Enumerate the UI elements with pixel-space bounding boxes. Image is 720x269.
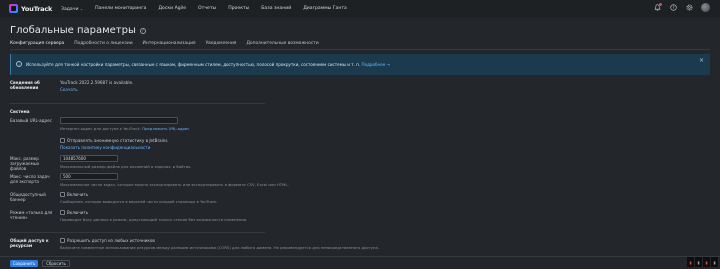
nav-item-dashboards[interactable]: Панели мониторинга	[95, 6, 146, 11]
read-only-mode-label: Режим «только для чтения»	[10, 210, 53, 220]
app-name: YouTrack	[21, 4, 53, 13]
base-url-hint: Интернет-адрес для доступа к YouTrack. П…	[60, 126, 190, 131]
help-icon[interactable]: ?	[669, 4, 677, 12]
page-help-icon[interactable]: ?	[139, 27, 146, 34]
suggest-url-link[interactable]: Предложить URL-адрес	[142, 126, 189, 131]
section-divider	[10, 103, 265, 104]
tray-grey-icon[interactable]: ▮	[695, 257, 702, 267]
youtrack-logo[interactable]: YouTrack	[9, 4, 53, 13]
nav-item-projects[interactable]: Проекты	[228, 6, 249, 11]
public-banner-enable-label: Включить	[67, 192, 89, 197]
tray-red-icon[interactable]: ▮	[687, 257, 694, 267]
read-only-mode-hint: Переводит базу данных в режим, допускающ…	[60, 217, 248, 222]
send-statistics-checkbox[interactable]	[60, 138, 65, 143]
save-button[interactable]: Сохранить	[10, 260, 38, 267]
update-info-label: Сведения об обновлении	[10, 80, 40, 90]
banner-text: Используйте для тонкой настройки парамет…	[26, 62, 391, 67]
banner-learn-more-link[interactable]: Подробнее →	[362, 62, 391, 67]
info-icon: i	[16, 61, 22, 67]
max-export-input[interactable]: 500	[60, 173, 118, 180]
page-title-text: Глобальные параметры	[10, 25, 136, 36]
user-avatar[interactable]	[701, 3, 710, 12]
base-url-input[interactable]	[60, 117, 178, 124]
max-upload-size-hint: Максимальный размер файла для вложений в…	[60, 164, 192, 169]
system-heading: Система	[10, 109, 30, 114]
top-right-icons: ?	[653, 2, 710, 12]
info-banner: i Используйте для тонкой настройки парам…	[10, 54, 710, 75]
cors-checkbox-label: Разрешить доступ из любых источников	[67, 238, 155, 243]
read-only-enable-label: Включить	[67, 210, 89, 215]
settings-gear-icon[interactable]	[685, 4, 693, 12]
nav-item-knowledge-base[interactable]: База знаний	[261, 6, 291, 11]
page-title: Глобальные параметры ?	[10, 25, 146, 36]
svg-text:?: ?	[672, 5, 674, 10]
nav-item-issues[interactable]: Задачи	[61, 6, 83, 12]
base-url-label: Базовый URL-адрес	[10, 118, 52, 123]
max-export-label: Макс. число задач для экспорта	[10, 174, 50, 184]
tray-red-icon-2[interactable]: ▮	[703, 257, 710, 267]
reset-button[interactable]: Сбросить	[42, 260, 70, 267]
cors-hint: Включите совместное использование ресурс…	[60, 245, 380, 250]
nav-item-agile-boards[interactable]: Доски Agile	[158, 6, 186, 11]
banner-close-icon[interactable]: ×	[699, 57, 704, 64]
max-upload-size-input[interactable]: 104857600	[60, 155, 118, 162]
public-banner-label: Общедоступный баннер	[10, 192, 46, 202]
privacy-policy-link[interactable]: Показать политику конфиденциальности	[60, 145, 150, 150]
notifications-bell-icon[interactable]	[653, 2, 662, 12]
read-only-mode-checkbox[interactable]	[60, 210, 65, 215]
nav-item-reports[interactable]: Отчеты	[198, 6, 216, 11]
download-update-link[interactable]: Скачать	[60, 87, 78, 92]
top-navigation-bar: YouTrack Задачи Панели мониторинга Доски…	[0, 0, 720, 17]
tray-grey-icon-2[interactable]: ▮	[711, 257, 718, 267]
tabs-divider	[10, 49, 710, 50]
main-nav: Задачи Панели мониторинга Доски Agile От…	[61, 6, 359, 12]
public-banner-checkbox[interactable]	[60, 192, 65, 197]
send-statistics-label: Отправлять анонимную статистику в JetBra…	[67, 138, 168, 143]
notification-badge	[659, 2, 662, 6]
public-banner-hint: Сообщение, которое выводится в верхней ч…	[60, 199, 218, 204]
cors-checkbox[interactable]	[60, 238, 65, 243]
update-available-text: YouTrack 2022.2.59687 is available.	[60, 80, 134, 85]
footer-action-bar: Сохранить Сбросить	[0, 256, 720, 269]
max-export-hint: Максимальное число задач, которое можно …	[60, 182, 289, 187]
section-divider	[10, 232, 265, 233]
system-tray: ▮ ▮ ▮ ▮	[687, 257, 718, 267]
youtrack-logo-icon	[9, 4, 18, 13]
max-upload-size-label: Макс. размер загружаемых файлов	[10, 156, 40, 171]
nav-item-gantt-charts[interactable]: Диаграммы Ганта	[303, 6, 347, 11]
cors-label: Общий доступ к ресурсам	[10, 238, 49, 248]
